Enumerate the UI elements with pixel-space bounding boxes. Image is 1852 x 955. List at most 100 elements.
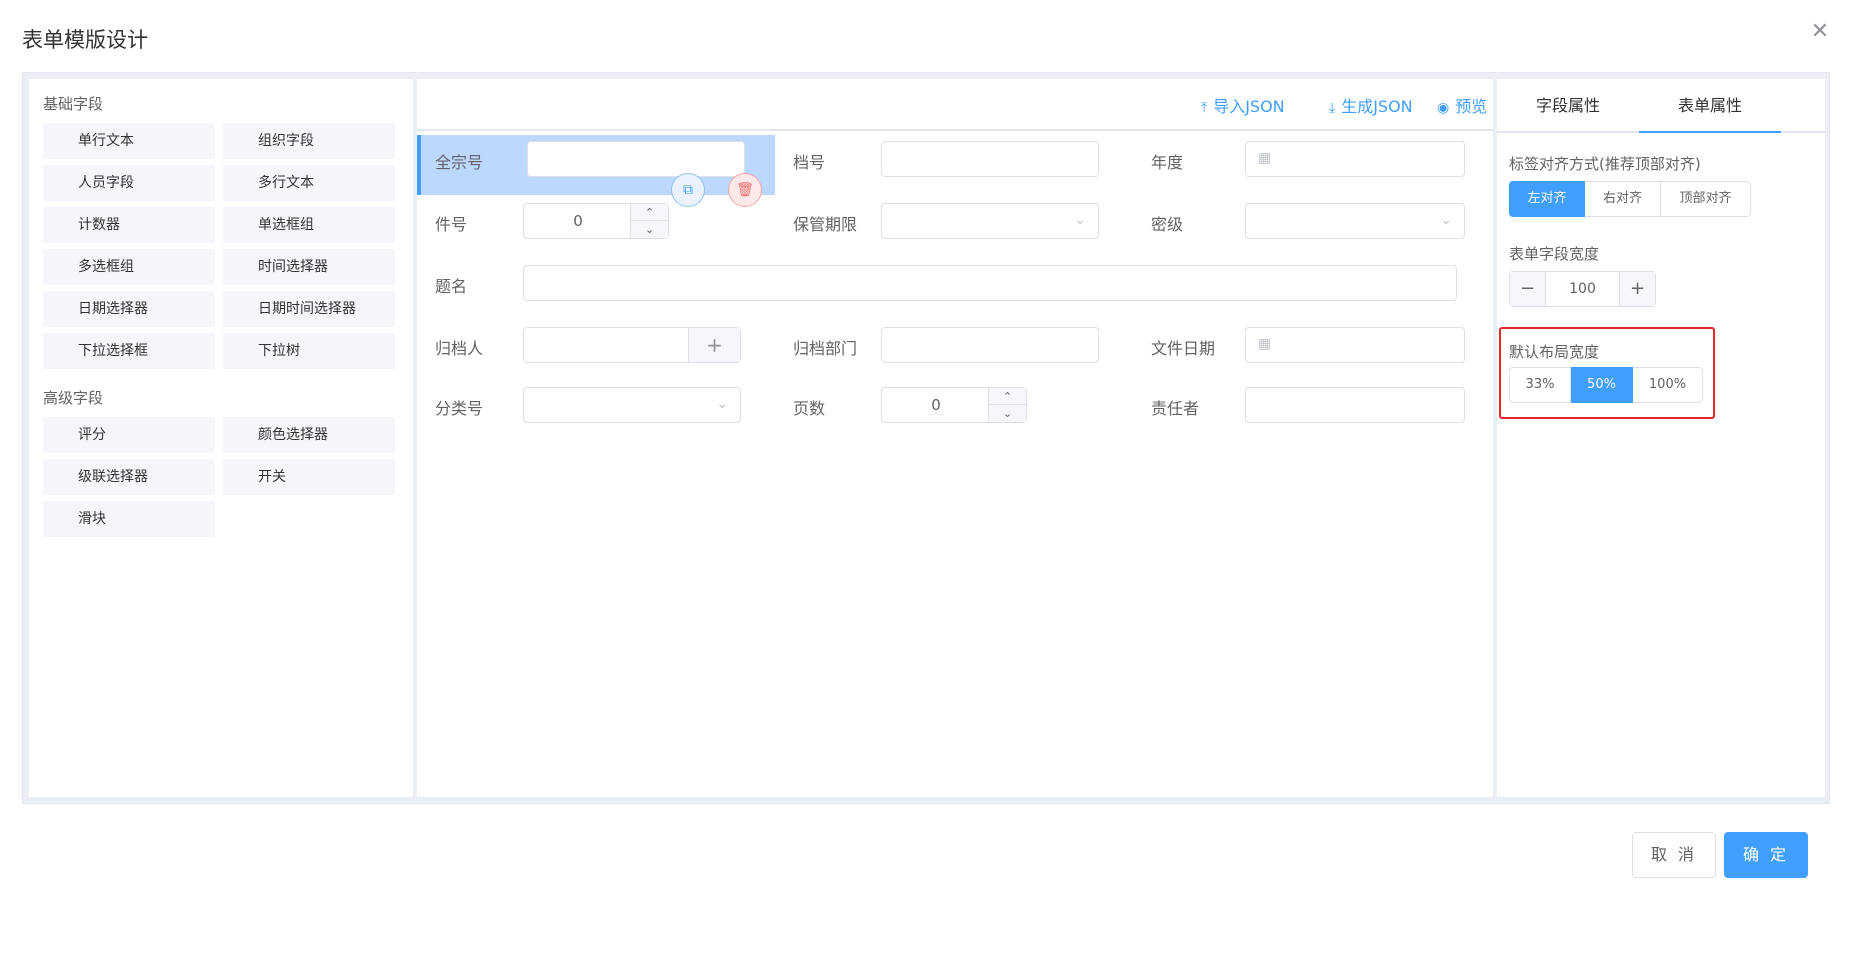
- component-item[interactable]: 下拉选择框: [43, 333, 215, 369]
- component-item[interactable]: 单行文本: [43, 123, 215, 159]
- field-wenjianriqi: 文件日期 ▦: [1133, 321, 1491, 375]
- field-label: 题名: [435, 277, 468, 296]
- component-item[interactable]: 时间选择器: [223, 249, 395, 285]
- fenleihao-select[interactable]: ⌄: [523, 387, 741, 423]
- label-align-group: 左对齐 右对齐 顶部对齐: [1509, 181, 1751, 217]
- component-item[interactable]: 评分: [43, 417, 215, 453]
- field-danghao: 档号: [775, 135, 1133, 189]
- field-zerenzhe: 责任者: [1133, 381, 1491, 435]
- form-template-dialog: 表单模版设计 ✕ 基础字段 单行文本 组织字段 人员字段 多行文本 计数器 单选…: [0, 0, 1852, 955]
- component-item[interactable]: 组织字段: [223, 123, 395, 159]
- chevron-down-icon[interactable]: ⌄: [989, 405, 1026, 422]
- add-person-button[interactable]: +: [688, 328, 740, 362]
- field-label: 页数: [793, 399, 826, 418]
- field-guidangren: 归档人 +: [417, 321, 775, 375]
- field-label: 全宗号: [435, 153, 484, 172]
- upload-icon: ⤒: [1201, 100, 1208, 116]
- component-item[interactable]: 单选框组: [223, 207, 395, 243]
- jianhao-spinner[interactable]: ⌃ ⌄: [630, 204, 668, 238]
- layout-width-group: 33% 50% 100%: [1509, 367, 1703, 403]
- field-label: 年度: [1151, 153, 1184, 172]
- wenjianriqi-date-picker[interactable]: ▦: [1245, 327, 1465, 363]
- form-fields-area: 全宗号 ⧉ 🗑 档号 年度 ▦ 件号 0 ⌃ ⌄ 保管期限 ⌄ 密级 ⌄ 题名 …: [417, 133, 1493, 797]
- component-item[interactable]: 滑块: [43, 501, 215, 537]
- canvas-toolbar: ⤒ 导入JSON ⤓ 生成JSON ◉ 预览: [417, 79, 1493, 131]
- layout-33-option[interactable]: 33%: [1509, 367, 1571, 403]
- yeshu-spinner[interactable]: ⌃ ⌄: [988, 388, 1026, 422]
- component-item[interactable]: 日期时间选择器: [223, 291, 395, 327]
- miji-select[interactable]: ⌄: [1245, 203, 1465, 239]
- component-item[interactable]: 多行文本: [223, 165, 395, 201]
- trash-icon: 🗑: [736, 182, 754, 198]
- field-timing: 题名: [417, 259, 1493, 313]
- dialog-title: 表单模版设计: [22, 28, 148, 52]
- yeshu-number-input[interactable]: 0 ⌃ ⌄: [881, 387, 1027, 423]
- guidangren-input[interactable]: +: [523, 327, 741, 363]
- calendar-icon: ▦: [1258, 336, 1272, 352]
- align-top-option[interactable]: 顶部对齐: [1661, 181, 1751, 217]
- niandu-date-picker[interactable]: ▦: [1245, 141, 1465, 177]
- advanced-fields-title: 高级字段: [43, 389, 104, 407]
- component-item[interactable]: 颜色选择器: [223, 417, 395, 453]
- chevron-down-icon[interactable]: ⌄: [631, 221, 668, 238]
- field-label: 密级: [1151, 215, 1184, 234]
- confirm-button[interactable]: 确 定: [1724, 832, 1808, 878]
- field-width-value[interactable]: 100: [1546, 272, 1619, 306]
- basic-fields-list: 单行文本 组织字段 人员字段 多行文本 计数器 单选框组 多选框组 时间选择器 …: [29, 123, 413, 369]
- layout-50-option[interactable]: 50%: [1571, 367, 1633, 403]
- field-label: 归档人: [435, 339, 484, 358]
- field-yeshu: 页数 0 ⌃ ⌄: [775, 381, 1133, 435]
- component-item[interactable]: 人员字段: [43, 165, 215, 201]
- advanced-fields-list: 评分 颜色选择器 级联选择器 开关 滑块: [29, 417, 413, 537]
- chevron-down-icon: ⌄: [1440, 212, 1452, 228]
- form-canvas: ⤒ 导入JSON ⤓ 生成JSON ◉ 预览 全宗号 ⧉ 🗑 档号 年度 ▦ 件…: [417, 79, 1493, 797]
- field-label: 归档部门: [793, 339, 858, 358]
- field-niandu: 年度 ▦: [1133, 135, 1491, 189]
- field-miji: 密级 ⌄: [1133, 197, 1491, 251]
- chevron-up-icon[interactable]: ⌃: [631, 204, 668, 221]
- field-label: 件号: [435, 215, 468, 234]
- properties-tabs: 字段属性 表单属性: [1497, 79, 1825, 133]
- tab-form-properties[interactable]: 表单属性: [1639, 79, 1781, 133]
- field-guidangbumen: 归档部门: [775, 321, 1133, 375]
- designer-workspace: 基础字段 单行文本 组织字段 人员字段 多行文本 计数器 单选框组 多选框组 时…: [22, 72, 1830, 804]
- close-icon[interactable]: ✕: [1808, 20, 1832, 44]
- properties-panel: 字段属性 表单属性 标签对齐方式(推荐顶部对齐) 左对齐 右对齐 顶部对齐 表单…: [1497, 79, 1825, 797]
- field-label: 保管期限: [793, 215, 858, 234]
- minus-icon[interactable]: −: [1510, 272, 1546, 306]
- calendar-icon: ▦: [1258, 150, 1272, 166]
- generate-json-button[interactable]: ⤓ 生成JSON: [1329, 93, 1413, 117]
- copy-icon: ⧉: [683, 182, 693, 198]
- align-right-option[interactable]: 右对齐: [1585, 181, 1661, 217]
- field-baoguanqixian: 保管期限 ⌄: [775, 197, 1133, 251]
- component-item[interactable]: 多选框组: [43, 249, 215, 285]
- label-align-title: 标签对齐方式(推荐顶部对齐): [1509, 155, 1701, 173]
- quanzonghao-input[interactable]: [527, 141, 745, 177]
- plus-icon[interactable]: +: [1619, 272, 1655, 306]
- align-left-option[interactable]: 左对齐: [1509, 181, 1585, 217]
- tab-field-properties[interactable]: 字段属性: [1497, 79, 1639, 133]
- chevron-up-icon[interactable]: ⌃: [989, 388, 1026, 405]
- field-quanzonghao[interactable]: 全宗号: [417, 135, 775, 195]
- component-item[interactable]: 开关: [223, 459, 395, 495]
- preview-button[interactable]: ◉ 预览: [1437, 93, 1487, 117]
- component-item[interactable]: 日期选择器: [43, 291, 215, 327]
- timing-input[interactable]: [523, 265, 1457, 301]
- component-item[interactable]: 下拉树: [223, 333, 395, 369]
- guidangbumen-input[interactable]: [881, 327, 1099, 363]
- component-item[interactable]: 级联选择器: [43, 459, 215, 495]
- cancel-button[interactable]: 取 消: [1632, 832, 1716, 878]
- chevron-down-icon: ⌄: [1074, 212, 1086, 228]
- field-label: 文件日期: [1151, 339, 1216, 358]
- layout-100-option[interactable]: 100%: [1633, 367, 1703, 403]
- field-width-stepper: − 100 +: [1509, 271, 1656, 307]
- import-json-button[interactable]: ⤒ 导入JSON: [1201, 93, 1285, 117]
- chevron-down-icon: ⌄: [716, 396, 728, 412]
- zerenzhe-input[interactable]: [1245, 387, 1465, 423]
- field-width-title: 表单字段宽度: [1509, 245, 1600, 263]
- baoguanqixian-select[interactable]: ⌄: [881, 203, 1099, 239]
- component-item[interactable]: 计数器: [43, 207, 215, 243]
- plus-icon: +: [706, 333, 723, 357]
- jianhao-number-input[interactable]: 0 ⌃ ⌄: [523, 203, 669, 239]
- danghao-input[interactable]: [881, 141, 1099, 177]
